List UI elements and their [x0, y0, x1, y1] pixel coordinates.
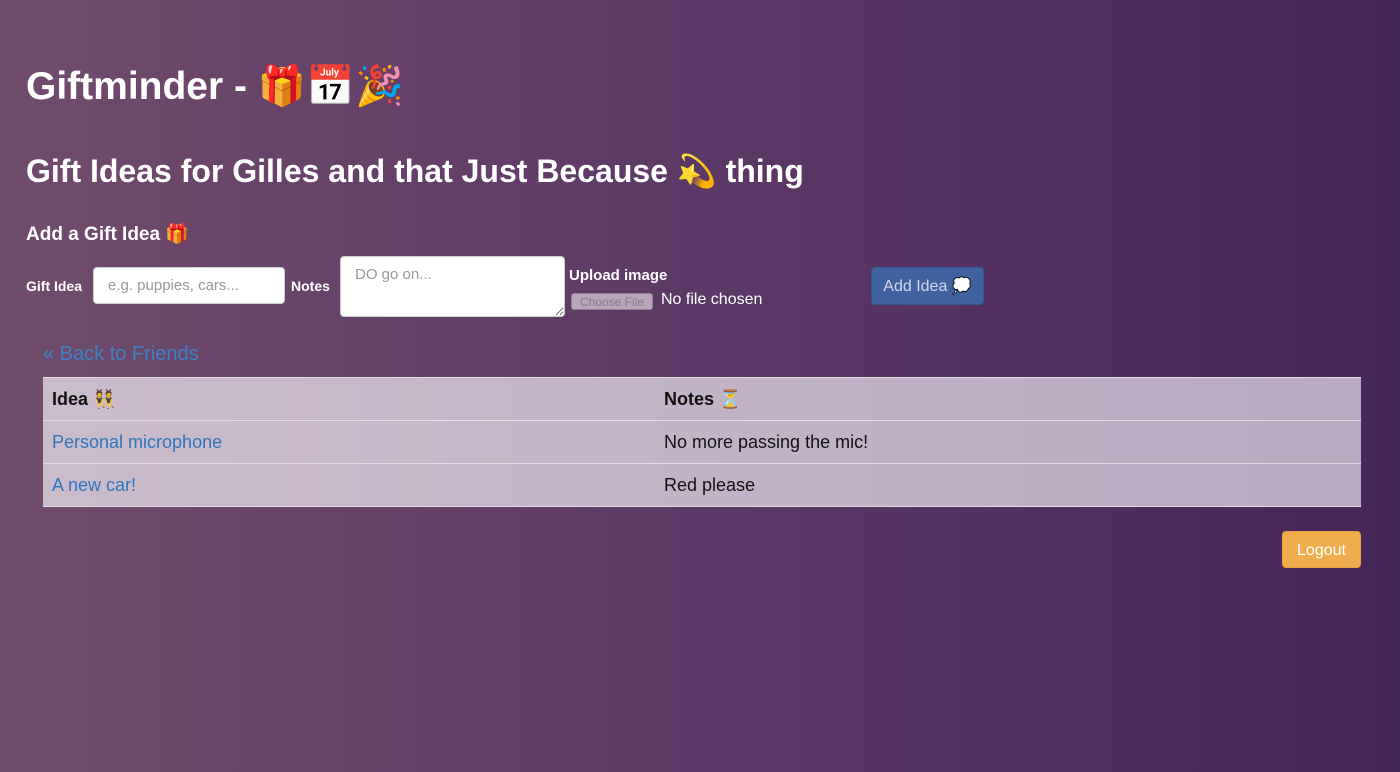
notes-column-header: Notes ⏳	[655, 377, 1361, 421]
add-gift-idea-heading: Add a Gift Idea 🎁	[26, 224, 190, 245]
table-row: A new car! Red please	[43, 463, 1361, 507]
gift-ideas-table: Idea 👯 Notes ⏳ Personal microphone No mo…	[43, 377, 1361, 507]
idea-cell: A new car!	[43, 463, 655, 507]
table-header-row: Idea 👯 Notes ⏳	[43, 377, 1361, 421]
back-to-friends-link[interactable]: « Back to Friends	[43, 343, 199, 366]
logout-button[interactable]: Logout	[1282, 531, 1361, 568]
file-status-text: No file chosen	[661, 291, 763, 308]
app-title-text: Giftminder -	[26, 65, 247, 108]
notes-textarea[interactable]	[340, 256, 565, 317]
notes-label: Notes	[291, 278, 330, 294]
idea-cell: Personal microphone	[43, 420, 655, 464]
idea-column-header: Idea 👯	[43, 377, 655, 421]
choose-file-button[interactable]: Choose File	[571, 293, 653, 310]
notes-cell: No more passing the mic!	[655, 420, 1361, 464]
page-heading: Gift Ideas for Gilles and that Just Beca…	[26, 153, 804, 189]
idea-link-new-car[interactable]: A new car!	[52, 475, 136, 495]
notes-cell: Red please	[655, 463, 1361, 507]
add-idea-button[interactable]: Add Idea 💭	[871, 267, 984, 305]
gift-idea-label: Gift Idea	[26, 278, 83, 294]
table-row: Personal microphone No more passing the …	[43, 420, 1361, 464]
app-title: Giftminder - 🎁📅🎉	[26, 64, 404, 110]
gift-calendar-party-icon: 🎁📅🎉	[257, 65, 404, 108]
gift-idea-input[interactable]	[93, 267, 285, 304]
idea-link-personal-microphone[interactable]: Personal microphone	[52, 432, 222, 452]
upload-image-label: Upload image	[569, 267, 668, 284]
add-gift-idea-form: Gift Idea Notes Upload image Choose File…	[26, 256, 1026, 318]
